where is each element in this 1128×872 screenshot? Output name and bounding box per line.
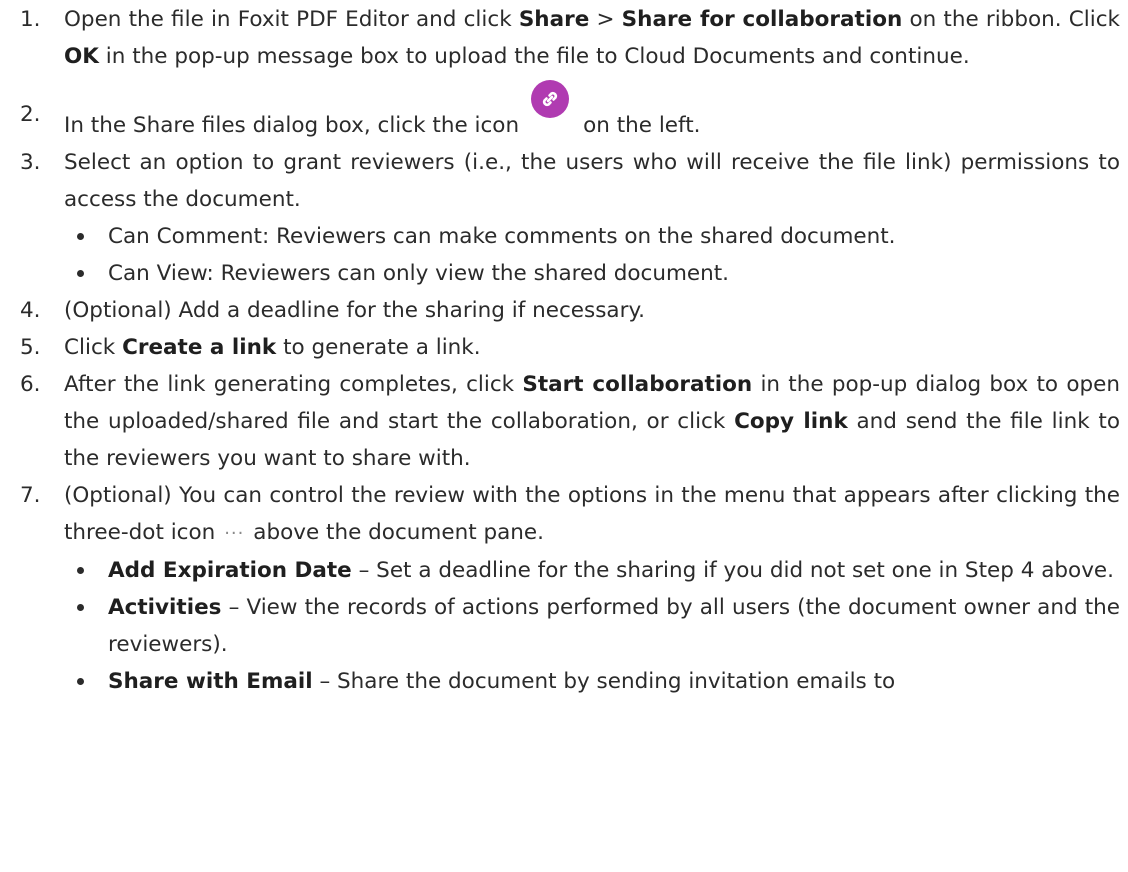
bullet-text: Can Comment: Reviewers can make comments… [108, 224, 896, 249]
ui-term-share-with-email: Share with Email [108, 669, 313, 694]
step-text: Open the file in Foxit PDF Editor and cl… [64, 1, 1120, 75]
text-run: above the document pane. [253, 520, 544, 545]
step-number: 3. [20, 150, 41, 175]
step-number: 7. [20, 483, 41, 508]
step-text: (Optional) Add a deadline for the sharin… [64, 298, 645, 323]
step-5: 5. Click Create a link to generate a lin… [20, 329, 1120, 366]
steps-list: 1. Open the file in Foxit PDF Editor and… [20, 1, 1120, 700]
step-number: 6. [20, 372, 41, 397]
text-run: to generate a link. [276, 335, 481, 360]
step-4: 4. (Optional) Add a deadline for the sha… [20, 292, 1120, 329]
step-7: 7. (Optional) You can control the review… [20, 477, 1120, 700]
bullet-dot [77, 567, 84, 574]
bullet-dot [77, 604, 84, 611]
permission-options: Can Comment: Reviewers can make comments… [20, 218, 1120, 292]
bullet-text: Can View: Reviewers can only view the sh… [108, 261, 730, 286]
step-number: 2. [20, 102, 41, 127]
step-1: 1. Open the file in Foxit PDF Editor and… [20, 1, 1120, 75]
bullet-text: – Share the document by sending invitati… [312, 669, 896, 694]
step-number: 1. [20, 7, 41, 32]
ui-term-start-collaboration: Start collaboration [522, 372, 753, 397]
ui-term-share: Share [518, 7, 590, 32]
ui-term-add-expiration-date: Add Expiration Date [108, 558, 352, 583]
ui-term-ok: OK [64, 44, 99, 69]
list-item: Add Expiration Date – Set a deadline for… [64, 552, 1120, 589]
bullet-text: – Set a deadline for the sharing if you … [351, 558, 1114, 583]
text-run: Open the file in Foxit PDF Editor and cl… [64, 7, 519, 32]
list-item: Can Comment: Reviewers can make comments… [64, 218, 1120, 255]
review-menu-options: Add Expiration Date – Set a deadline for… [20, 552, 1120, 700]
step-text: (Optional) You can control the review wi… [64, 477, 1120, 552]
text-run: on the ribbon. Click [902, 7, 1120, 32]
ui-term-create-a-link: Create a link [122, 335, 277, 360]
step-text: Click Create a link to generate a link. [64, 329, 1120, 366]
step-text: After the link generating completes, cli… [64, 366, 1120, 477]
step-2: 2. In the Share files dialog box, click … [20, 80, 1120, 144]
step-number: 4. [20, 298, 41, 323]
bullet-dot [77, 233, 84, 240]
bullet-dot [77, 678, 84, 685]
step-text: Select an option to grant reviewers (i.e… [64, 150, 1120, 212]
link-icon [531, 80, 570, 118]
text-run: Click [64, 335, 123, 360]
list-item: Activities – View the records of actions… [64, 589, 1120, 663]
step-6: 6. After the link generating completes, … [20, 366, 1120, 477]
text-run: After the link generating completes, cli… [64, 372, 523, 397]
list-item: Share with Email – Share the document by… [64, 663, 1120, 700]
ui-term-share-for-collaboration: Share for collaboration [621, 7, 903, 32]
bullet-dot [77, 270, 84, 277]
text-run: In the Share files dialog box, click the… [64, 113, 520, 138]
step-3: 3. Select an option to grant reviewers (… [20, 144, 1120, 292]
three-dot-icon: ··· [224, 523, 245, 544]
ui-term-activities: Activities [108, 595, 222, 620]
text-run: in the pop-up message box to upload the … [98, 44, 970, 69]
text-run: > [589, 7, 622, 32]
step-number: 5. [20, 335, 41, 360]
step-text: In the Share files dialog box, click the… [64, 80, 1120, 144]
ui-term-copy-link: Copy link [734, 409, 848, 434]
list-item: Can View: Reviewers can only view the sh… [64, 255, 1120, 292]
bullet-text: – View the records of actions performed … [108, 595, 1120, 657]
document-page: 1. Open the file in Foxit PDF Editor and… [0, 0, 1128, 872]
text-run: on the left. [583, 113, 701, 138]
